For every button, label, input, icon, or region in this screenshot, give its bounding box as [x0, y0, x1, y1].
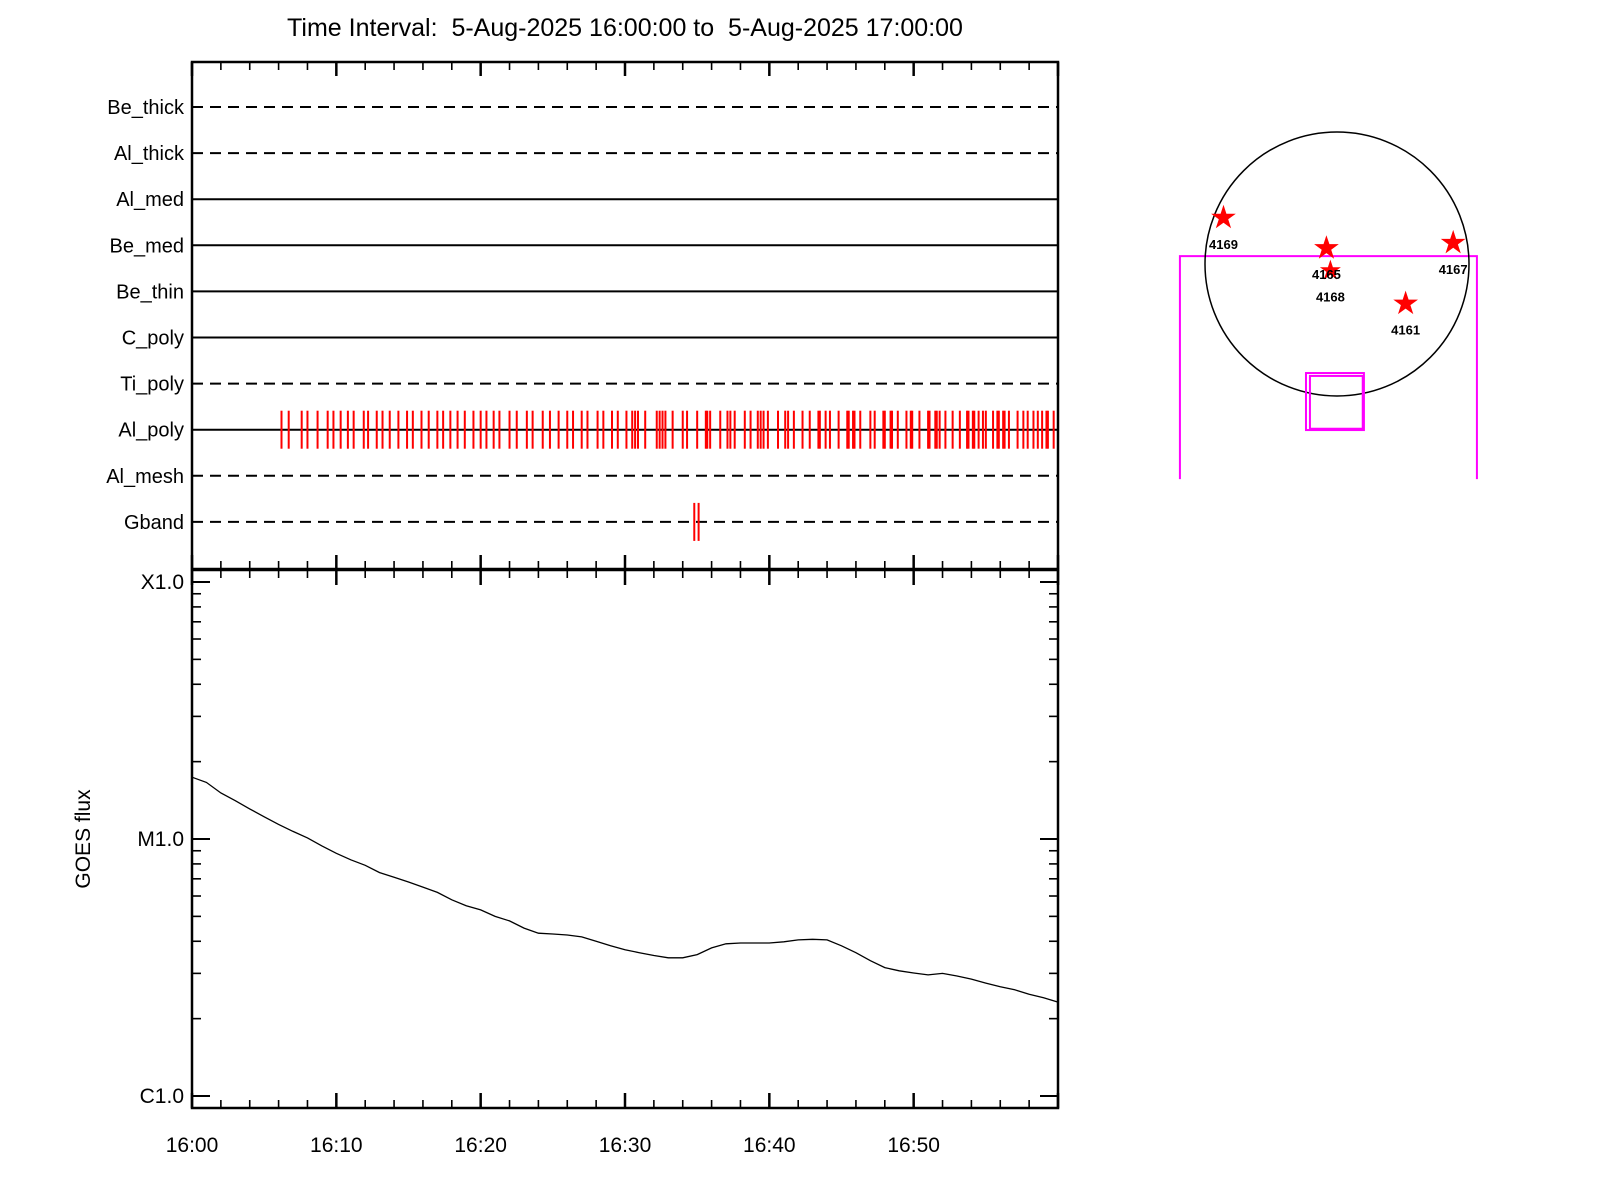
y-axis-label-C1.0: C1.0 — [140, 1085, 184, 1108]
x-tick-label: 16:30 — [599, 1134, 652, 1157]
x-tick-label: 16:50 — [887, 1134, 940, 1157]
solar-timeline-figure: Be_thick Al_thick Al_med Be_med Be_thin C_pol… — [72, 60, 1478, 1157]
active-region-label-4168: 4168 — [1316, 290, 1345, 305]
x-tick-label: 16:20 — [454, 1134, 507, 1157]
x-tick-label: 16:10 — [310, 1134, 363, 1157]
row-label-C_poly: C_poly — [122, 328, 184, 350]
top-panel-frame — [190, 60, 1060, 571]
row-label-Al_med: Al_med — [116, 189, 184, 211]
goes-panel-frame — [190, 568, 1060, 1110]
goes-flux-axis-title: GOES flux — [72, 789, 95, 889]
active-region-label-4161: 4161 — [1391, 323, 1420, 338]
row-label-Gband: Gband — [124, 512, 184, 534]
active-region-star-4161 — [1393, 290, 1418, 315]
plot-title: Time Interval: 5-Aug-2025 16:00:00 to 5-… — [287, 14, 963, 42]
active-region-label-4167: 4167 — [1439, 262, 1468, 277]
x-tick-label: 16:40 — [743, 1134, 796, 1157]
row-label-Be_med: Be_med — [110, 235, 185, 257]
row-label-Ti_poly: Ti_poly — [120, 374, 184, 396]
y-axis-label-X1.0: X1.0 — [141, 571, 184, 594]
active-region-star-4169 — [1211, 204, 1236, 229]
active-region-star-4167 — [1440, 229, 1466, 254]
row-label-Al_mesh: Al_mesh — [106, 466, 184, 488]
active-region-label-4165: 4165 — [1312, 267, 1341, 282]
fov-box-small-0 — [1304, 372, 1365, 432]
row-label-Be_thick: Be_thick — [107, 97, 185, 119]
solar-disk — [1204, 131, 1470, 397]
row-label-Be_thin: Be_thin — [116, 281, 184, 303]
row-label-Al_thick: Al_thick — [114, 143, 185, 165]
active-region-label-4169: 4169 — [1209, 237, 1238, 252]
figure-canvas: Time Interval: 5-Aug-2025 16:00:00 to 5-… — [0, 0, 1600, 1200]
goes-flux-curve — [191, 776, 1059, 1003]
fov-box-small-1 — [1308, 374, 1364, 430]
y-axis-label-M1.0: M1.0 — [137, 828, 184, 851]
row-label-Al_poly: Al_poly — [118, 420, 184, 442]
x-tick-label: 16:00 — [166, 1134, 219, 1157]
